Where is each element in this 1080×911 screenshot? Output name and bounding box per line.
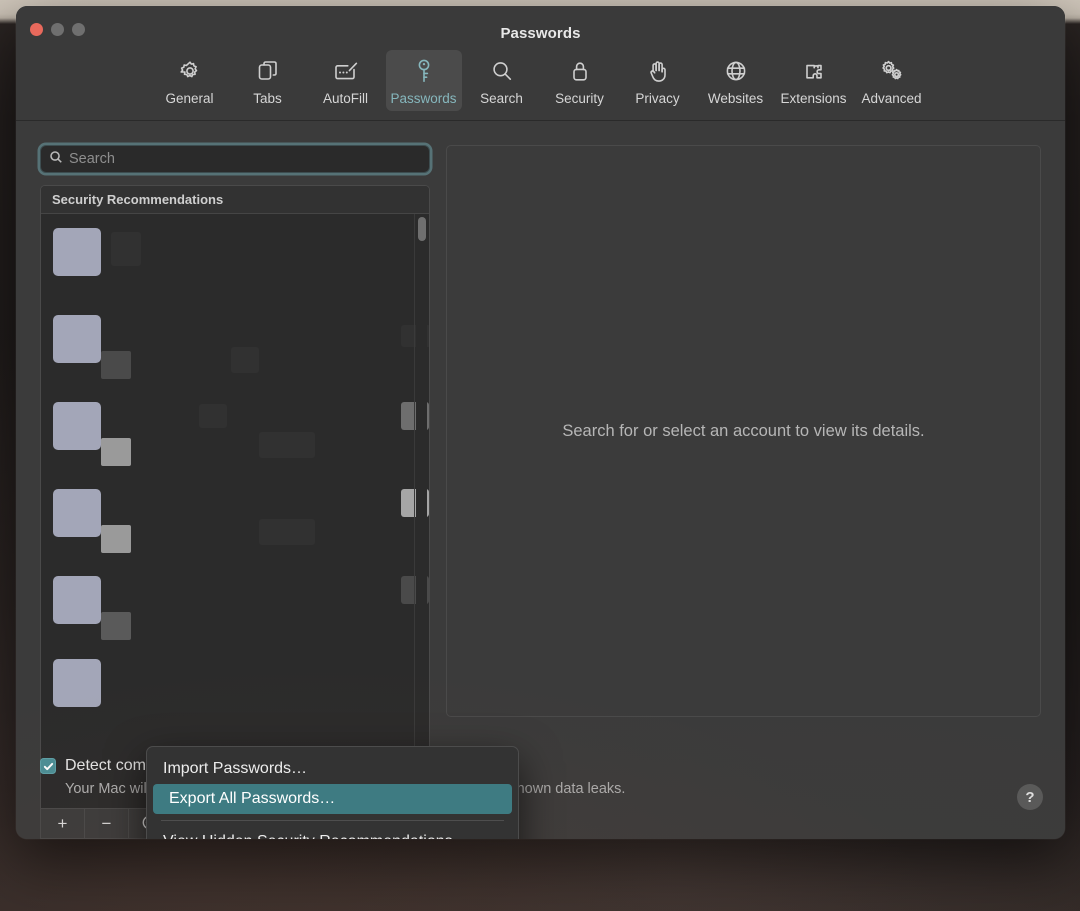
preferences-window: Passwords General Tabs AutoFill Password… [16,6,1065,839]
redacted-text [259,519,315,545]
redacted-favicon [53,659,101,707]
tab-privacy-label: Privacy [635,91,680,106]
question-mark-icon: ? [1025,788,1035,806]
tab-tabs[interactable]: Tabs [230,50,306,111]
list-section-header: Security Recommendations [41,186,429,214]
list-scrollbar-thumb[interactable] [418,217,426,241]
list-item[interactable] [41,301,429,388]
accounts-list-panel: Security Recommendations + − [40,185,430,839]
tab-general[interactable]: General [152,50,228,111]
tab-websites[interactable]: Websites [698,50,774,111]
tab-security-label: Security [555,91,604,106]
accounts-list[interactable] [41,214,429,808]
tab-passwords-label: Passwords [390,91,457,106]
tab-passwords[interactable]: Passwords [385,50,462,111]
list-item[interactable] [41,649,429,736]
list-scroll-divider [414,214,415,808]
tab-extensions-label: Extensions [780,91,847,106]
detail-empty-message: Search for or select an account to view … [562,421,925,440]
desktop-background: Passwords General Tabs AutoFill Password… [0,0,1080,911]
redacted-subtext [101,525,131,553]
preferences-toolbar: General Tabs AutoFill Passwords Search S… [16,50,1065,111]
redacted-favicon [53,228,101,276]
redacted-favicon [53,489,101,537]
tab-extensions[interactable]: Extensions [776,50,852,111]
lock-icon [569,56,591,86]
search-field[interactable] [40,145,430,173]
tab-search[interactable]: Search [464,50,540,111]
tab-privacy[interactable]: Privacy [620,50,696,111]
tab-autofill-label: AutoFill [322,91,368,106]
account-detail-pane: Search for or select an account to view … [446,145,1041,717]
tab-autofill[interactable]: AutoFill [308,50,384,111]
redacted-text [111,232,141,266]
hand-icon [647,56,669,86]
redacted-subtext [101,351,131,379]
redacted-subtext [101,612,131,640]
globe-icon [724,56,748,86]
list-scrollbar[interactable] [416,214,427,808]
tab-search-label: Search [480,91,523,106]
redacted-text [259,432,315,458]
more-actions-menu[interactable]: Import Passwords… Export All Passwords… … [146,746,519,839]
gear-icon [178,56,202,86]
search-icon [49,150,63,169]
menu-item-view-hidden-security-recommendations[interactable]: View Hidden Security Recommendations [147,827,518,839]
help-button[interactable]: ? [1017,784,1043,810]
tab-tabs-label: Tabs [253,91,282,106]
menu-item-export-all-passwords[interactable]: Export All Passwords… [153,784,512,814]
tab-advanced-label: Advanced [861,91,922,106]
tab-websites-label: Websites [707,91,764,106]
redacted-favicon [53,576,101,624]
preferences-body: Security Recommendations [16,121,1065,839]
list-item[interactable] [41,388,429,475]
redacted-favicon [53,402,101,450]
list-item[interactable] [41,475,429,562]
tabs-icon [256,56,280,86]
window-titlebar: Passwords General Tabs AutoFill Password… [16,6,1065,121]
puzzle-icon [802,56,826,86]
redacted-text [231,347,259,373]
menu-item-import-passwords[interactable]: Import Passwords… [147,754,518,784]
tab-advanced[interactable]: Advanced [854,50,930,111]
redacted-text [199,404,227,428]
search-input[interactable] [69,151,421,167]
key-icon [413,56,435,86]
list-item[interactable] [41,562,429,649]
menu-separator [161,820,504,821]
window-title: Passwords [500,25,581,42]
autofill-icon [333,56,359,86]
accounts-column: Security Recommendations [40,145,430,839]
tab-security[interactable]: Security [542,50,618,111]
tab-general-label: General [165,91,214,106]
magnifier-icon [490,56,514,86]
list-item[interactable] [41,214,429,301]
redacted-favicon [53,315,101,363]
redacted-subtext [101,438,131,466]
gears-icon [879,56,905,86]
detect-compromised-checkbox[interactable] [40,758,56,774]
